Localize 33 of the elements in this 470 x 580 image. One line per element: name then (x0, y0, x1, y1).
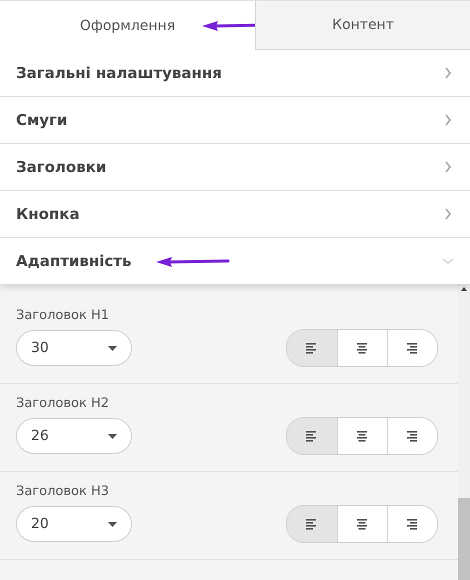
alignment-button[interactable] (387, 506, 437, 542)
align-left-icon (306, 342, 318, 354)
accordion-header[interactable]: Адаптивність (0, 238, 470, 284)
section-title: Заголовки (16, 158, 106, 176)
align-right-icon (406, 430, 418, 442)
align-center-icon (356, 430, 368, 442)
size-select[interactable]: 30 (16, 330, 132, 366)
setting-label: Заголовок H3 (16, 484, 110, 499)
caret-icon (108, 522, 117, 526)
align-center-icon (356, 518, 368, 530)
section-title: Загальні налаштування (16, 64, 222, 82)
setting-label: Заголовок H2 (16, 396, 110, 411)
align-left-icon (306, 430, 318, 442)
align-left-icon (306, 518, 318, 530)
size-select[interactable]: 26 (16, 418, 132, 454)
alignment-button[interactable] (387, 418, 437, 454)
alignment-button[interactable] (287, 418, 337, 454)
alignment-button[interactable] (287, 506, 337, 542)
size-select[interactable]: 20 (16, 506, 132, 542)
tab[interactable]: Контент (255, 0, 470, 50)
section-title: Кнопка (16, 205, 80, 223)
align-right-icon (406, 342, 418, 354)
alignment-button[interactable] (287, 330, 337, 366)
align-right-icon (406, 518, 418, 530)
alignment-button[interactable] (387, 330, 437, 366)
align-center-icon (356, 342, 368, 354)
scrollbar[interactable] (458, 284, 470, 580)
section-title: Адаптивність (16, 252, 132, 270)
section-title: Смуги (16, 111, 68, 129)
setting-label: Заголовок H1 (16, 308, 110, 323)
caret-icon (108, 434, 117, 438)
scrollbar-thumb[interactable] (458, 498, 470, 580)
caret-icon (108, 346, 117, 350)
